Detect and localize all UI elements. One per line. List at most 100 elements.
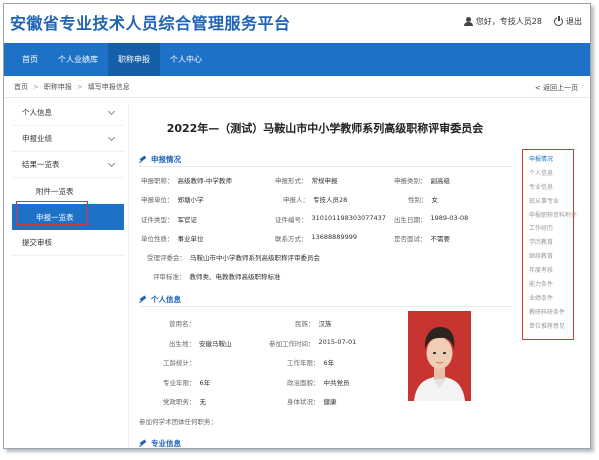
quicknav-item[interactable]: 申报情况 (529, 153, 573, 167)
field-politics: 政治面貌： 中共党员 (287, 377, 350, 387)
divider (139, 166, 511, 167)
chevron-down-icon (107, 107, 116, 115)
back-link[interactable]: < 返回上一页 (535, 83, 578, 93)
section-title-personal: 个人信息 (139, 294, 181, 305)
highlight-box (16, 201, 88, 225)
sidebar-item-label: 附件一览表 (36, 186, 74, 196)
field-standard: 评审标准： 教师类、电教教师高级职称标准 (153, 271, 281, 281)
breadcrumb: 首页 > 职称申报 > 填写申报信息 < 返回上一页 (4, 76, 590, 98)
id-photo (408, 311, 471, 401)
field-label: 申报人： (283, 196, 309, 204)
sidebar-item-results[interactable]: 结果一览表 (12, 152, 124, 178)
field-value: 安徽马鞍山 (199, 340, 232, 348)
quicknav-item[interactable]: 业绩条件 (529, 292, 573, 306)
field-label: 申报类别： (394, 177, 427, 185)
field-label: 申报形式： (275, 177, 308, 185)
top-header: 安徽省专业技术人员综合管理服务平台 您好，专技人员28 退出 (4, 4, 590, 40)
breadcrumb-application[interactable]: 职称申报 (44, 82, 72, 92)
field-id-type: 证件类型： 军官证 (141, 214, 197, 224)
field-birth: 出生日期： 1989-03-08 (394, 214, 468, 224)
field-label: 是否面试： (394, 235, 427, 243)
quicknav-item[interactable]: 学历教育 (529, 236, 573, 250)
field-form: 申报形式： 常规申报 (275, 175, 338, 185)
field-exempt: 是否面试： 不需要 (394, 233, 450, 243)
section-title-professional: 专业信息 (139, 438, 181, 448)
quicknav-item[interactable]: 继续教育 (529, 250, 573, 264)
field-label: 申报职称： (141, 177, 174, 185)
nav-personal-center[interactable]: 个人中心 (160, 43, 212, 76)
field-label: 专业年限： (163, 379, 196, 387)
power-icon[interactable] (554, 15, 563, 26)
field-duty: 党政职务： 无 (163, 396, 206, 406)
section-title-text: 专业信息 (151, 439, 181, 448)
chevron-down-icon (107, 159, 116, 167)
field-value: 事业单位 (177, 235, 204, 243)
quicknav-item[interactable]: 工作经历 (529, 222, 573, 236)
quicknav-item[interactable]: 专业信息 (529, 181, 573, 195)
quicknav-item[interactable]: 教研科研条件 (529, 306, 573, 320)
field-birthplace: 出生地： 安徽马鞍山 (169, 338, 232, 348)
app-title: 安徽省专业技术人员综合管理服务平台 (10, 14, 291, 33)
sidebar-item-personal-info[interactable]: 个人信息 (12, 100, 124, 126)
pin-icon (139, 440, 147, 448)
field-value: 汉族 (318, 320, 332, 328)
logout-link[interactable]: 退出 (566, 16, 582, 27)
sidebar-item-achievements[interactable]: 申报业绩 (12, 126, 124, 152)
quicknav-item[interactable]: 申报职称资料附件 (529, 209, 577, 223)
quicknav-item[interactable]: 个人信息 (529, 167, 573, 181)
quicknav-item[interactable]: 年度考核 (529, 264, 573, 278)
section-title-text: 个人信息 (151, 295, 181, 304)
quicknav-item[interactable]: 单位推荐意见 (529, 320, 573, 334)
field-value: 无 (199, 398, 207, 406)
field-committee: 受理评委会： 马鞍山市中小学教师系列高级职称评审委员会 (147, 252, 320, 262)
field-value: 13688889999 (311, 233, 358, 241)
field-label: 政治面貌： (287, 379, 320, 387)
field-value: 马鞍山市中小学教师系列高级职称评审委员会 (190, 254, 320, 262)
field-former-name: 曾用名： (169, 318, 199, 328)
field-value: 女 (431, 196, 439, 204)
nav-achievements[interactable]: 个人业绩库 (48, 43, 108, 76)
field-work-start: 参加工作时间： 2015-07-01 (269, 338, 356, 348)
nav-title-application[interactable]: 职称申报 (108, 43, 160, 76)
field-unit: 申报单位： 郑塘小学 (141, 194, 204, 204)
field-gender: 性别： 女 (408, 194, 438, 204)
field-label: 身体状况： (287, 398, 320, 406)
field-label: 出生日期： (394, 216, 427, 224)
field-unit-nature: 单位性质： 事业单位 (141, 233, 204, 243)
field-label: 参加工作时间： (269, 340, 315, 348)
field-label: 申报单位： (141, 196, 174, 204)
main-nav: 首页 个人业绩库 职称申报 个人中心 (4, 43, 590, 76)
pin-icon (139, 156, 147, 164)
field-label: 联系方式： (275, 235, 308, 243)
field-label: 曾用名： (169, 320, 195, 328)
page-title: 2022年—（测试）马鞍山市中小学教师系列高级职称评审委员会 (166, 122, 484, 135)
user-icon (463, 17, 473, 26)
sidebar-item-label: 提交审核 (22, 238, 52, 247)
field-value: 健康 (323, 398, 337, 406)
field-work-years: 工作年限： 6年 (287, 357, 334, 367)
sidebar-item-submit[interactable]: 提交审核 (12, 230, 124, 256)
user-greeting[interactable]: 您好，专技人员28 (476, 16, 542, 27)
chevron-right-icon: > (33, 82, 39, 91)
sidebar-item-label: 申报业绩 (22, 134, 52, 143)
field-id-no: 证件编号： 310101198303077437 (275, 214, 386, 224)
field-value: 6年 (199, 379, 211, 387)
quicknav-item[interactable]: 能力条件 (529, 278, 573, 292)
field-label: 出生地： (169, 340, 195, 348)
field-label: 单位性质： (141, 235, 174, 243)
main-content: 2022年—（测试）马鞍山市中小学教师系列高级职称评审委员会 申报情况 申报职称… (128, 104, 520, 448)
field-person: 申报人： 专技人员28 (283, 194, 347, 204)
chevron-right-icon: > (76, 82, 83, 91)
field-value: 2015-07-01 (318, 338, 357, 346)
field-value: 军官证 (177, 216, 198, 224)
section-title-declaration: 申报情况 (139, 154, 181, 165)
quicknav-item[interactable]: 现从事专业 (529, 195, 573, 209)
field-label: 受理评委会： (147, 254, 186, 262)
nav-home[interactable]: 首页 (12, 43, 48, 76)
field-label: 党政职务： (163, 398, 196, 406)
section-title-text: 申报情况 (151, 155, 181, 164)
field-label: 民族： (295, 320, 315, 328)
field-title-applied: 申报职称： 高级教师-中学教师 (141, 175, 232, 185)
breadcrumb-home[interactable]: 首页 (14, 82, 28, 92)
field-label: 性别： (408, 196, 428, 204)
